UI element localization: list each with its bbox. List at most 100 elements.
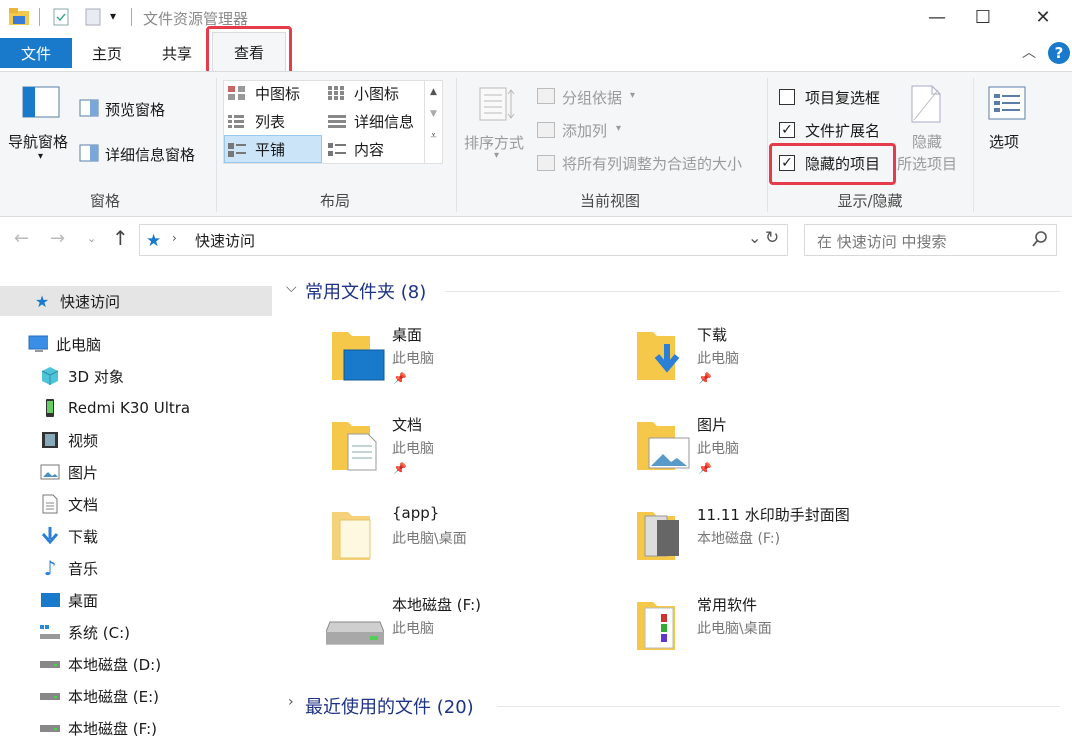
- tab-share[interactable]: 共享: [148, 38, 206, 68]
- nav-drive-d[interactable]: 本地磁盘 (D:): [0, 649, 272, 679]
- navigation-pane-icon[interactable]: [22, 86, 60, 118]
- file-extensions-checkbox[interactable]: ✓: [779, 122, 795, 138]
- chevron-down-icon[interactable]: ⌵: [286, 280, 297, 296]
- nav-label: 视频: [68, 431, 99, 450]
- chevron-down-icon[interactable]: ▾: [630, 90, 635, 101]
- group-label-show-hide: 显示/隐藏: [837, 192, 903, 210]
- search-placeholder: 在 快速访问 中搜索: [817, 233, 947, 251]
- recent-files-header[interactable]: 最近使用的文件 (20): [305, 693, 474, 719]
- nav-label: 快速访问: [60, 292, 121, 311]
- file-extensions-label[interactable]: 文件扩展名: [805, 120, 880, 141]
- address-bar[interactable]: ★ › 快速访问 ⌄: [139, 224, 788, 256]
- tile-location: 此电脑: [697, 441, 739, 457]
- documents-folder-icon: [330, 416, 377, 471]
- maximize-button[interactable]: ☐: [960, 0, 1006, 34]
- layout-gallery-scroll[interactable]: ▲ ▼ ⩡: [424, 81, 442, 163]
- options-button[interactable]: 选项: [989, 131, 1019, 152]
- address-dropdown-icon[interactable]: ⌄: [748, 228, 761, 247]
- refresh-button[interactable]: ↻: [765, 228, 779, 248]
- item-checkboxes-label[interactable]: 项目复选框: [805, 87, 880, 108]
- tile-location: 此电脑: [697, 351, 739, 367]
- nav-quick-access[interactable]: ★ 快速访问: [0, 286, 272, 316]
- layout-content[interactable]: 内容: [354, 139, 384, 160]
- download-icon: [40, 526, 60, 546]
- tile-drive-f[interactable]: 本地磁盘 (F:) 此电脑: [325, 594, 600, 660]
- back-button[interactable]: ←: [14, 228, 29, 249]
- group-label-current-view: 当前视图: [579, 192, 640, 210]
- layout-small-icons[interactable]: 小图标: [354, 83, 399, 104]
- tile-common-software[interactable]: 常用软件 此电脑\桌面: [635, 594, 905, 660]
- nav-label: 文档: [68, 495, 99, 514]
- tile-desktop[interactable]: 桌面 此电脑 📌: [330, 324, 600, 390]
- breadcrumb-quick-access[interactable]: 快速访问: [195, 230, 255, 251]
- properties-icon[interactable]: [53, 8, 69, 26]
- search-input[interactable]: 在 快速访问 中搜索: [804, 224, 1057, 256]
- nav-phone[interactable]: Redmi K30 Ultra: [0, 393, 272, 423]
- nav-drive-e[interactable]: 本地磁盘 (E:): [0, 681, 272, 711]
- cube-icon: [40, 366, 60, 386]
- nav-desktop[interactable]: 桌面: [0, 585, 272, 615]
- tile-name: 11.11 水印助手封面图: [697, 506, 850, 524]
- content-icon: [328, 142, 346, 156]
- group-by-button[interactable]: 分组依据: [562, 87, 622, 108]
- navigation-pane-button[interactable]: 导航窗格: [8, 131, 68, 152]
- chevron-down-icon[interactable]: ▾: [616, 123, 621, 134]
- recent-locations-dropdown-icon[interactable]: ⌄: [87, 232, 96, 245]
- nav-videos[interactable]: 视频: [0, 425, 272, 455]
- gallery-expand-icon[interactable]: ⩡: [425, 129, 442, 143]
- up-button[interactable]: ↑: [112, 226, 129, 250]
- downloads-folder-icon: [635, 326, 681, 380]
- nav-3d-objects[interactable]: 3D 对象: [0, 361, 272, 391]
- hard-drive-icon: [325, 618, 385, 648]
- nav-music[interactable]: ♪ 音乐: [0, 553, 272, 583]
- quick-access-toolbar-dropdown-icon[interactable]: ▾: [110, 9, 116, 23]
- layout-medium-icons[interactable]: 中图标: [255, 83, 300, 104]
- add-column-button[interactable]: 添加列: [562, 120, 607, 141]
- hide-selected-label-1[interactable]: 隐藏: [912, 131, 942, 152]
- item-checkboxes-checkbox[interactable]: [779, 89, 795, 105]
- tab-home[interactable]: 主页: [78, 38, 136, 68]
- chevron-right-icon[interactable]: ›: [288, 694, 294, 710]
- layout-tiles[interactable]: 平铺: [255, 139, 285, 160]
- new-folder-icon[interactable]: [85, 8, 101, 26]
- tab-file[interactable]: 文件: [0, 38, 72, 68]
- tile-name: {app}: [392, 504, 440, 522]
- nav-this-pc[interactable]: 此电脑: [0, 329, 272, 359]
- pictures-folder-icon: [635, 416, 690, 470]
- hide-selected-label-2[interactable]: 所选项目: [897, 153, 957, 174]
- nav-downloads[interactable]: 下载: [0, 521, 272, 551]
- chevron-down-icon[interactable]: ▾: [38, 151, 43, 162]
- nav-label: 系统 (C:): [68, 623, 130, 642]
- search-icon[interactable]: [1031, 229, 1049, 249]
- tile-pictures[interactable]: 图片 此电脑 📌: [635, 414, 905, 480]
- close-button[interactable]: ✕: [1020, 0, 1066, 34]
- breadcrumb-separator-icon[interactable]: ›: [172, 231, 177, 245]
- minimize-button[interactable]: —: [914, 0, 960, 34]
- nav-label: 此电脑: [56, 335, 102, 354]
- nav-documents[interactable]: 文档: [0, 489, 272, 519]
- frequent-folders-header[interactable]: 常用文件夹 (8): [305, 278, 426, 304]
- tile-documents[interactable]: 文档 此电脑 📌: [330, 414, 600, 480]
- divider: [456, 78, 457, 212]
- nav-pictures[interactable]: 图片: [0, 457, 272, 487]
- chevron-down-icon[interactable]: ▾: [494, 150, 499, 161]
- scroll-down-icon[interactable]: ▼: [425, 109, 442, 119]
- tile-app-folder[interactable]: {app} 此电脑\桌面: [330, 504, 600, 570]
- video-icon: [40, 430, 60, 450]
- nav-drive-f[interactable]: 本地磁盘 (F:): [0, 713, 272, 743]
- collapse-ribbon-icon[interactable]: ︿: [1022, 42, 1036, 62]
- tile-downloads[interactable]: 下载 此电脑 📌: [635, 324, 905, 390]
- divider: [497, 706, 1060, 707]
- scroll-up-icon[interactable]: ▲: [425, 87, 442, 97]
- fit-columns-button[interactable]: 将所有列调整为合适的大小: [562, 153, 742, 174]
- tile-watermark-cover[interactable]: 11.11 水印助手封面图 本地磁盘 (F:): [635, 504, 905, 570]
- preview-pane-button[interactable]: 预览窗格: [105, 99, 165, 120]
- layout-details[interactable]: 详细信息: [354, 111, 414, 132]
- forward-button[interactable]: →: [50, 228, 65, 249]
- group-label-layout: 布局: [319, 192, 350, 210]
- explorer-app-icon[interactable]: [9, 8, 29, 26]
- help-icon[interactable]: ?: [1048, 42, 1070, 64]
- layout-list[interactable]: 列表: [255, 111, 285, 132]
- details-pane-button[interactable]: 详细信息窗格: [105, 144, 195, 165]
- nav-drive-c[interactable]: 系统 (C:): [0, 617, 272, 647]
